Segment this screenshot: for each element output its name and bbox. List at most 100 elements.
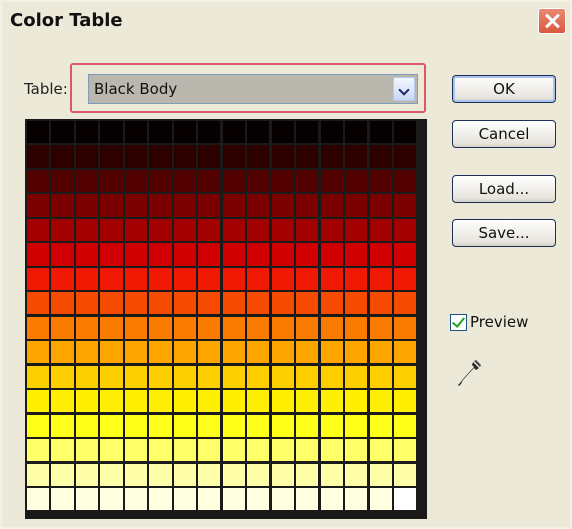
color-swatch[interactable] — [296, 243, 319, 266]
color-swatch[interactable] — [271, 414, 294, 437]
color-swatch[interactable] — [369, 121, 392, 144]
color-swatch[interactable] — [271, 145, 294, 168]
color-swatch[interactable] — [222, 316, 245, 339]
color-swatch[interactable] — [75, 218, 99, 242]
color-swatch[interactable] — [100, 414, 123, 437]
color-swatch[interactable] — [75, 145, 99, 168]
color-swatch[interactable] — [320, 488, 343, 511]
color-swatch[interactable] — [296, 292, 319, 315]
color-swatch[interactable] — [51, 145, 74, 168]
color-swatch[interactable] — [394, 194, 417, 217]
color-swatch[interactable] — [198, 341, 221, 364]
color-swatch[interactable] — [27, 121, 50, 144]
color-swatch[interactable] — [124, 243, 148, 266]
color-swatch[interactable] — [247, 488, 270, 511]
color-swatch[interactable] — [149, 439, 172, 462]
color-swatch[interactable] — [51, 414, 74, 437]
color-swatch[interactable] — [100, 341, 123, 364]
color-swatch[interactable] — [173, 341, 196, 364]
color-swatch[interactable] — [369, 169, 392, 193]
color-swatch[interactable] — [27, 292, 50, 315]
color-swatch[interactable] — [75, 121, 99, 144]
color-swatch[interactable] — [320, 194, 343, 217]
color-swatch[interactable] — [320, 218, 343, 242]
color-swatch[interactable] — [27, 365, 50, 388]
color-swatch[interactable] — [369, 316, 392, 339]
color-swatch-grid[interactable] — [27, 121, 417, 511]
color-swatch[interactable] — [124, 292, 148, 315]
color-swatch[interactable] — [222, 218, 245, 242]
color-swatch[interactable] — [149, 169, 172, 193]
color-swatch[interactable] — [271, 267, 294, 290]
color-swatch[interactable] — [222, 390, 245, 413]
color-swatch[interactable] — [247, 341, 270, 364]
color-swatch[interactable] — [345, 292, 368, 315]
color-swatch[interactable] — [51, 488, 74, 511]
color-swatch[interactable] — [198, 488, 221, 511]
color-swatch[interactable] — [27, 390, 50, 413]
color-swatch[interactable] — [369, 390, 392, 413]
color-swatch[interactable] — [247, 194, 270, 217]
color-swatch[interactable] — [369, 439, 392, 462]
color-swatch[interactable] — [27, 243, 50, 266]
color-swatch[interactable] — [296, 390, 319, 413]
color-swatch[interactable] — [296, 463, 319, 486]
save-button[interactable]: Save... — [452, 219, 556, 247]
color-swatch[interactable] — [394, 316, 417, 339]
color-swatch[interactable] — [149, 243, 172, 266]
color-swatch[interactable] — [394, 169, 417, 193]
color-swatch[interactable] — [345, 488, 368, 511]
color-swatch[interactable] — [271, 439, 294, 462]
color-swatch[interactable] — [198, 463, 221, 486]
color-swatch[interactable] — [27, 341, 50, 364]
color-swatch[interactable] — [51, 341, 74, 364]
color-swatch[interactable] — [320, 463, 343, 486]
color-swatch[interactable] — [345, 341, 368, 364]
color-swatch[interactable] — [173, 218, 196, 242]
color-swatch[interactable] — [198, 316, 221, 339]
color-swatch[interactable] — [369, 218, 392, 242]
color-swatch[interactable] — [124, 218, 148, 242]
color-swatch[interactable] — [222, 169, 245, 193]
color-swatch[interactable] — [51, 316, 74, 339]
color-swatch[interactable] — [173, 365, 196, 388]
color-swatch[interactable] — [320, 169, 343, 193]
color-swatch[interactable] — [222, 414, 245, 437]
color-swatch[interactable] — [100, 365, 123, 388]
color-swatch[interactable] — [296, 488, 319, 511]
color-swatch[interactable] — [345, 316, 368, 339]
color-swatch[interactable] — [75, 316, 99, 339]
color-swatch[interactable] — [198, 267, 221, 290]
color-swatch[interactable] — [198, 169, 221, 193]
color-swatch[interactable] — [345, 169, 368, 193]
color-swatch[interactable] — [75, 365, 99, 388]
color-swatch[interactable] — [100, 169, 123, 193]
color-swatch[interactable] — [247, 390, 270, 413]
color-swatch[interactable] — [247, 243, 270, 266]
color-swatch[interactable] — [149, 488, 172, 511]
color-swatch[interactable] — [51, 121, 74, 144]
color-swatch[interactable] — [247, 292, 270, 315]
color-swatch[interactable] — [27, 169, 50, 193]
color-swatch[interactable] — [296, 169, 319, 193]
color-swatch[interactable] — [271, 463, 294, 486]
color-swatch[interactable] — [320, 267, 343, 290]
table-select[interactable]: Black Body — [88, 74, 418, 104]
color-swatch[interactable] — [124, 439, 148, 462]
color-swatch[interactable] — [173, 292, 196, 315]
color-swatch[interactable] — [320, 365, 343, 388]
color-swatch[interactable] — [173, 267, 196, 290]
color-swatch[interactable] — [124, 169, 148, 193]
color-swatch[interactable] — [369, 365, 392, 388]
color-swatch[interactable] — [149, 218, 172, 242]
color-swatch[interactable] — [51, 218, 74, 242]
color-swatch[interactable] — [222, 243, 245, 266]
color-swatch[interactable] — [149, 463, 172, 486]
color-swatch[interactable] — [296, 414, 319, 437]
load-button[interactable]: Load... — [452, 175, 556, 203]
color-swatch[interactable] — [100, 145, 123, 168]
color-swatch[interactable] — [222, 463, 245, 486]
color-swatch[interactable] — [394, 439, 417, 462]
color-swatch[interactable] — [296, 218, 319, 242]
color-swatch[interactable] — [247, 365, 270, 388]
